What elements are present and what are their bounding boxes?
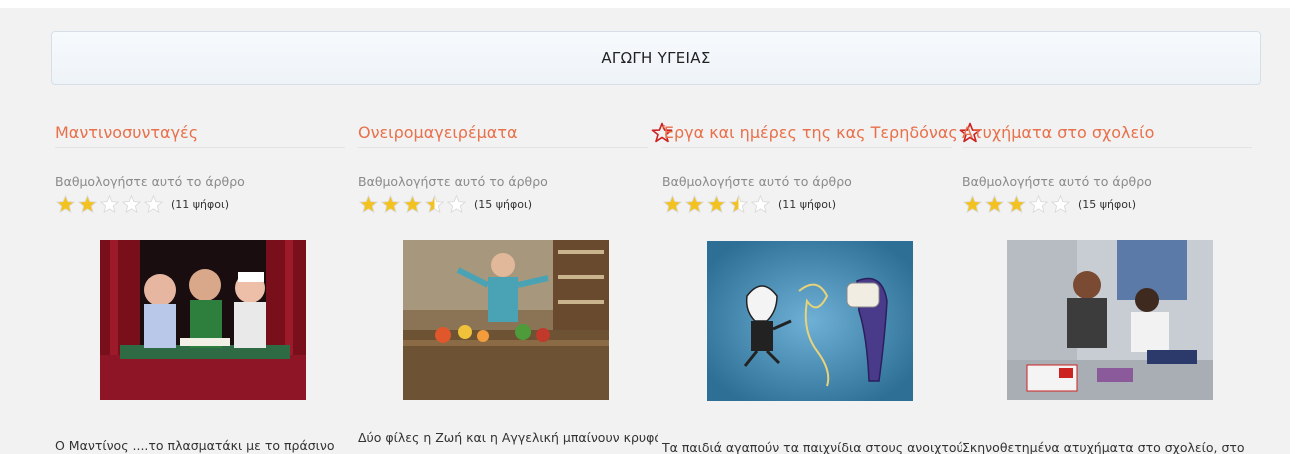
article-card: Έργα και ημέρες της κας Τερηδόνας Βαθμολ… xyxy=(662,118,981,454)
article-title-link[interactable]: Ονειρομαγειρέματα xyxy=(358,123,518,142)
article-title-row: Ονειρομαγειρέματα xyxy=(358,118,673,148)
rating-stars: (11 ψήφοι) xyxy=(662,194,836,215)
rating-star-icon[interactable] xyxy=(55,194,76,215)
rating-star-icon[interactable] xyxy=(962,194,983,215)
page: ΑΓΩΓΗ ΥΓΕΙΑΣ Μαντινοσυνταγές Βαθμολογήστ… xyxy=(0,8,1290,454)
votes-count: (11 ψήφοι) xyxy=(778,198,837,211)
rating-star-icon[interactable] xyxy=(402,194,423,215)
article-title-link[interactable]: Μαντινοσυνταγές xyxy=(55,123,198,142)
category-header: ΑΓΩΓΗ ΥΓΕΙΑΣ xyxy=(51,31,1261,85)
rating-star-icon[interactable] xyxy=(121,194,142,215)
rating-label: Βαθμολογήστε αυτό το άρθρο xyxy=(55,174,245,189)
article-title-link[interactable]: Έργα και ημέρες της κας Τερηδόνας xyxy=(662,123,958,142)
article-card: Ονειρομαγειρέματα Βαθμολογήστε αυτό το ά… xyxy=(358,118,673,454)
rating-star-icon[interactable] xyxy=(424,194,445,215)
rating-star-icon[interactable] xyxy=(984,194,1005,215)
article-title-link[interactable]: Ατυχήματα στο σχολείο xyxy=(962,123,1154,142)
rating-star-icon[interactable] xyxy=(728,194,749,215)
rating-star-icon[interactable] xyxy=(1050,194,1071,215)
rating-star-icon[interactable] xyxy=(684,194,705,215)
rating-label: Βαθμολογήστε αυτό το άρθρο xyxy=(662,174,852,189)
article-description: Δύο φίλες η Ζωή και η Αγγελική μπαίνουν … xyxy=(358,430,658,445)
rating-star-icon[interactable] xyxy=(446,194,467,215)
article-thumbnail[interactable] xyxy=(1007,240,1213,400)
rating-star-icon[interactable] xyxy=(1028,194,1049,215)
rating-star-icon[interactable] xyxy=(662,194,683,215)
article-thumbnail[interactable] xyxy=(100,240,306,400)
category-title: ΑΓΩΓΗ ΥΓΕΙΑΣ xyxy=(601,49,711,67)
rating-star-icon[interactable] xyxy=(380,194,401,215)
article-title-row: Έργα και ημέρες της κας Τερηδόνας xyxy=(662,118,981,148)
article-description: Τα παιδιά αγαπούν τα παιχνίδια στους ανο… xyxy=(662,440,962,454)
rating-star-icon[interactable] xyxy=(77,194,98,215)
star-rating-widget[interactable] xyxy=(358,194,468,215)
article-thumbnail[interactable] xyxy=(707,241,913,401)
article-title-row: Ατυχήματα στο σχολείο xyxy=(962,118,1252,148)
rating-stars: (11 ψήφοι) xyxy=(55,194,229,215)
article-thumbnail[interactable] xyxy=(403,240,609,400)
rating-stars: (15 ψήφοι) xyxy=(358,194,532,215)
star-rating-widget[interactable] xyxy=(662,194,772,215)
star-rating-widget[interactable] xyxy=(55,194,165,215)
star-rating-widget[interactable] xyxy=(962,194,1072,215)
article-card: Μαντινοσυνταγές Βαθμολογήστε αυτό το άρθ… xyxy=(55,118,345,454)
votes-count: (15 ψήφοι) xyxy=(1078,198,1137,211)
rating-star-icon[interactable] xyxy=(706,194,727,215)
votes-count: (11 ψήφοι) xyxy=(171,198,230,211)
article-description: Σκηνοθετημένα ατυχήματα στο σχολείο, στο xyxy=(962,440,1245,454)
rating-star-icon[interactable] xyxy=(358,194,379,215)
votes-count: (15 ψήφοι) xyxy=(474,198,533,211)
rating-label: Βαθμολογήστε αυτό το άρθρο xyxy=(358,174,548,189)
article-description: Ο Μαντίνος ....το πλασματάκι με το πράσι… xyxy=(55,438,335,453)
article-title-row: Μαντινοσυνταγές xyxy=(55,118,345,148)
rating-star-icon[interactable] xyxy=(143,194,164,215)
article-card: Ατυχήματα στο σχολείο Βαθμολογήστε αυτό … xyxy=(962,118,1252,454)
rating-label: Βαθμολογήστε αυτό το άρθρο xyxy=(962,174,1152,189)
rating-star-icon[interactable] xyxy=(1006,194,1027,215)
rating-star-icon[interactable] xyxy=(750,194,771,215)
rating-star-icon[interactable] xyxy=(99,194,120,215)
rating-stars: (15 ψήφοι) xyxy=(962,194,1136,215)
